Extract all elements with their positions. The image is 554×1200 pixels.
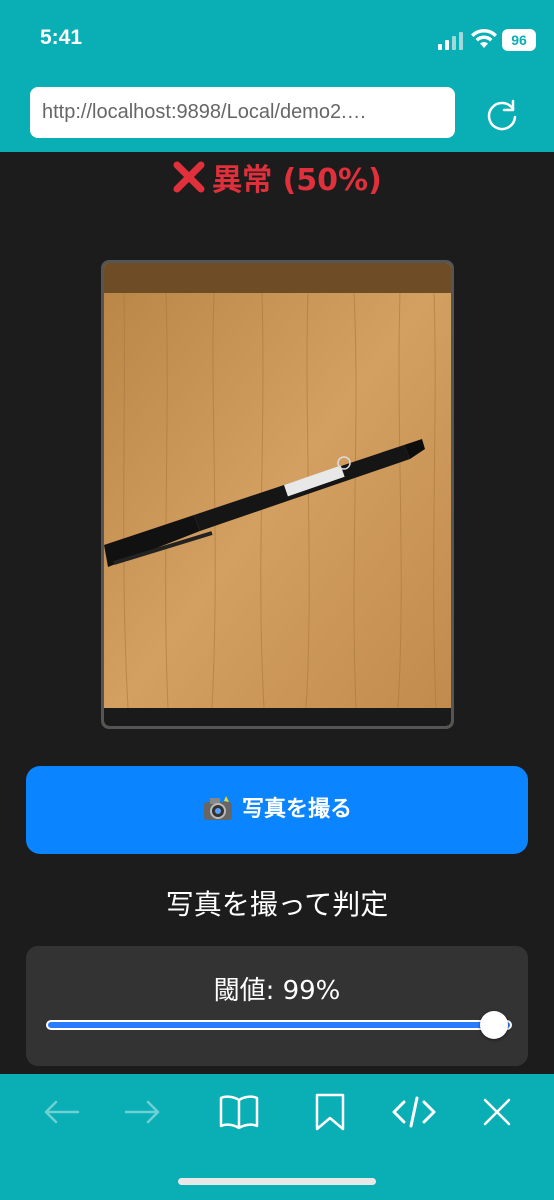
code-icon[interactable] xyxy=(392,1092,436,1132)
bookmark-icon[interactable] xyxy=(308,1092,352,1132)
cellular-signal-icon xyxy=(438,32,463,50)
url-field[interactable]: http://localhost:9898/Local/demo2.… xyxy=(30,87,455,138)
wifi-icon xyxy=(471,28,497,48)
status-bar: 5:41 96 xyxy=(0,0,554,80)
judgement-result: 異常 (50%) xyxy=(0,155,554,199)
threshold-slider[interactable] xyxy=(46,1020,512,1030)
browser-header: 5:41 96 http://localhost:9898/Local/demo… xyxy=(0,0,554,152)
take-photo-button[interactable]: 写真を撮る xyxy=(26,766,528,854)
camera-flash-icon xyxy=(203,796,232,820)
clock: 5:41 xyxy=(40,26,83,49)
threshold-slider-thumb[interactable] xyxy=(480,1011,508,1039)
close-icon[interactable] xyxy=(475,1092,519,1132)
take-photo-label: 写真を撮る xyxy=(241,797,352,822)
threshold-label: 閾値: 99% xyxy=(213,976,341,1006)
captured-photo xyxy=(101,260,454,729)
result-text: 異常 (50%) xyxy=(212,163,382,198)
back-icon[interactable] xyxy=(40,1092,84,1132)
forward-icon[interactable] xyxy=(120,1092,164,1132)
instruction-text: 写真を撮って判定 xyxy=(165,888,389,921)
threshold-panel: 閾値: 99% xyxy=(26,946,528,1066)
reload-icon[interactable] xyxy=(482,95,522,135)
home-indicator xyxy=(178,1178,376,1185)
pen-on-wood-photo xyxy=(104,263,451,726)
book-icon[interactable] xyxy=(217,1092,261,1132)
cross-mark-icon xyxy=(173,161,205,193)
battery-indicator: 96 xyxy=(502,29,536,51)
